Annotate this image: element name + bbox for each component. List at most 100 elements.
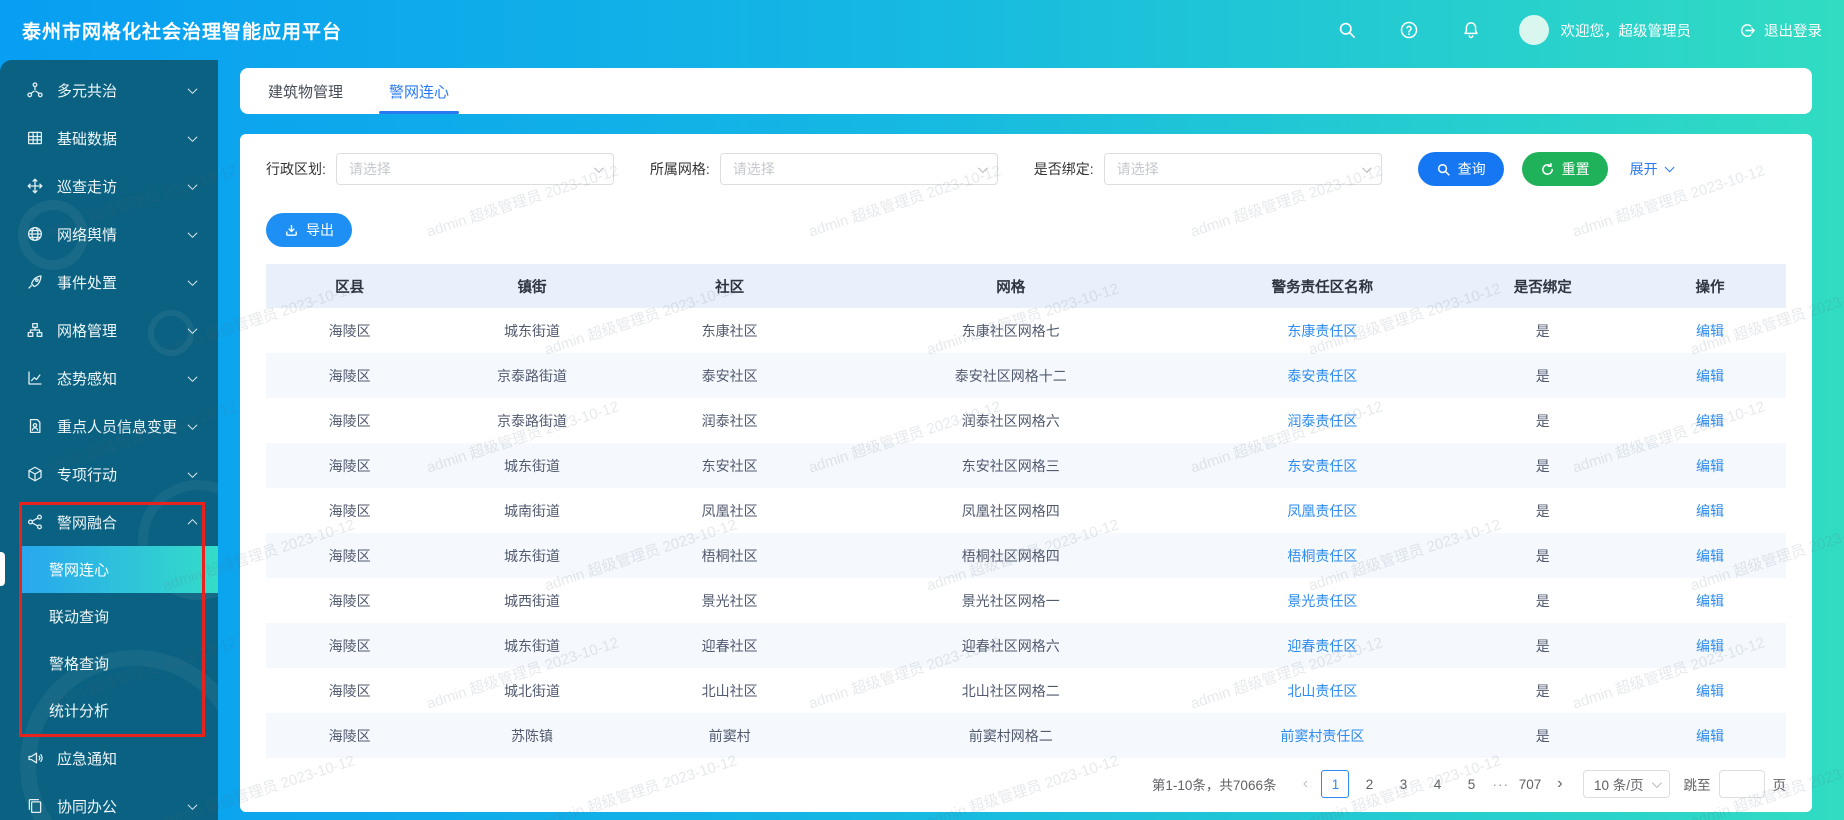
edit-link[interactable]: 编辑 xyxy=(1696,413,1724,429)
sitemap-icon xyxy=(26,321,44,339)
edit-link[interactable]: 编辑 xyxy=(1696,638,1724,654)
table-cell: 是 xyxy=(1535,322,1550,339)
reset-button[interactable]: 重置 xyxy=(1521,152,1608,186)
sidebar-item-事件处置[interactable]: 事件处置 xyxy=(0,258,218,306)
pagination: 第1-10条，共7066条 ‹ 1 2 3 4 5 ··· 707 › 10 条/页 跳至 … xyxy=(1152,770,1786,798)
page-number-5[interactable]: 5 xyxy=(1457,770,1485,798)
page-number-1[interactable]: 1 xyxy=(1321,770,1350,798)
edit-link[interactable]: 编辑 xyxy=(1696,548,1724,564)
page-number-707[interactable]: 707 xyxy=(1516,770,1544,798)
table-cell: 编辑 xyxy=(1634,488,1786,533)
select-placeholder: 请选择 xyxy=(348,161,391,177)
edit-link[interactable]: 编辑 xyxy=(1696,458,1724,474)
table-cell: 景光责任区 xyxy=(1193,578,1451,623)
table-cell: 编辑 xyxy=(1634,308,1786,353)
page-number-4[interactable]: 4 xyxy=(1423,770,1451,798)
page-number-2[interactable]: 2 xyxy=(1355,770,1383,798)
table-cell: 城北街道 xyxy=(503,682,560,699)
edit-link[interactable]: 编辑 xyxy=(1696,593,1724,609)
sidebar-item-多元共治[interactable]: 多元共治 xyxy=(0,66,218,114)
responsibility-area-link[interactable]: 梧桐责任区 xyxy=(1287,548,1357,564)
table-cell: 是 xyxy=(1535,682,1550,699)
responsibility-area-link[interactable]: 泰安责任区 xyxy=(1287,368,1357,384)
sidebar-item-网络舆情[interactable]: 网络舆情 xyxy=(0,210,218,258)
page-size-select[interactable]: 10 条/页 xyxy=(1582,770,1670,798)
select-placeholder: 请选择 xyxy=(732,161,775,177)
logout-icon xyxy=(1739,22,1756,39)
table-header: 区县 镇街 社区 网格 警务责任区名称 是否绑定 操作 xyxy=(266,264,1786,308)
page-number-3[interactable]: 3 xyxy=(1389,770,1417,798)
table-cell: 梧桐责任区 xyxy=(1193,533,1451,578)
tab-警网连心[interactable]: 警网连心 xyxy=(379,68,460,114)
menu-group: 协同办公 xyxy=(0,782,218,820)
sidebar-item-label: 警网融合 xyxy=(57,514,118,532)
responsibility-area-link[interactable]: 凤凰责任区 xyxy=(1287,503,1357,519)
page-ellipsis[interactable]: ··· xyxy=(1492,777,1509,792)
menu-group: 网络舆情 xyxy=(0,210,218,258)
select-placeholder: 请选择 xyxy=(1116,161,1159,177)
table-cell: 是 xyxy=(1535,727,1550,744)
responsibility-area-link[interactable]: 东安责任区 xyxy=(1287,458,1357,474)
logout-label: 退出登录 xyxy=(1764,23,1822,40)
help-icon[interactable] xyxy=(1399,20,1419,40)
sidebar-item-态势感知[interactable]: 态势感知 xyxy=(0,354,218,402)
edit-link[interactable]: 编辑 xyxy=(1696,728,1724,744)
filter-select-0[interactable]: 请选择 xyxy=(335,153,614,185)
search-button-label: 查询 xyxy=(1457,161,1486,177)
edit-link[interactable]: 编辑 xyxy=(1696,503,1724,519)
sidebar-item-专项行动[interactable]: 专项行动 xyxy=(0,450,218,498)
tab-建筑物管理[interactable]: 建筑物管理 xyxy=(268,68,343,114)
expand-link[interactable]: 展开 xyxy=(1630,159,1675,179)
filter-label: 行政区划: xyxy=(266,161,326,177)
table-cell: 润泰社区网格六 xyxy=(961,412,1060,429)
sidebar-item-重点人员信息变更[interactable]: 重点人员信息变更 xyxy=(0,402,218,450)
sidebar-subitem-警格查询[interactable]: 警格查询 xyxy=(0,640,218,687)
edit-link[interactable]: 编辑 xyxy=(1696,323,1724,339)
sidebar-subitem-label: 联动查询 xyxy=(49,609,110,626)
sidebar-subitem-警网连心[interactable]: 警网连心 xyxy=(0,546,218,593)
search-button[interactable]: 查询 xyxy=(1417,152,1504,186)
column-header: 是否绑定 xyxy=(1451,264,1634,308)
sidebar-subitem-联动查询[interactable]: 联动查询 xyxy=(0,593,218,640)
sidebar-item-应急通知[interactable]: 应急通知 xyxy=(0,734,218,782)
prev-page-button[interactable]: ‹ xyxy=(1292,770,1318,798)
table-row: 海陵区 京泰路街道 润泰社区 润泰社区网格六 润泰责任区 是 编辑 xyxy=(266,398,1786,443)
table-cell: 泰安社区网格十二 xyxy=(954,367,1067,384)
sidebar-item-协同办公[interactable]: 协同办公 xyxy=(0,782,218,820)
filter-label: 所属网格: xyxy=(649,161,710,177)
table-cell: 城西街道 xyxy=(503,592,560,609)
table-cell: 是 xyxy=(1535,592,1550,609)
table-cell: 东康社区网格七 xyxy=(961,322,1060,339)
table-cell: 梧桐社区 xyxy=(701,547,758,564)
responsibility-area-link[interactable]: 北山责任区 xyxy=(1287,683,1357,699)
responsibility-area-link[interactable]: 前窦村责任区 xyxy=(1280,728,1364,744)
menu-group: 多元共治 xyxy=(0,66,218,114)
logout-button[interactable]: 退出登录 xyxy=(1739,20,1822,41)
filter-select-2[interactable]: 请选择 xyxy=(1103,153,1382,185)
share-icon xyxy=(26,513,44,531)
avatar[interactable] xyxy=(1518,15,1549,45)
share-nodes-icon xyxy=(26,81,44,99)
responsibility-area-link[interactable]: 东康责任区 xyxy=(1287,323,1357,339)
person-file-icon xyxy=(26,417,44,435)
responsibility-area-link[interactable]: 景光责任区 xyxy=(1287,593,1357,609)
next-page-button[interactable]: › xyxy=(1547,770,1573,798)
export-button[interactable]: 导出 xyxy=(266,213,352,247)
bell-icon[interactable] xyxy=(1461,20,1481,40)
table-cell: 前窦村 xyxy=(708,727,751,744)
sidebar-item-网格管理[interactable]: 网格管理 xyxy=(0,306,218,354)
sidebar-subitem-统计分析[interactable]: 统计分析 xyxy=(0,687,218,734)
search-icon[interactable] xyxy=(1337,20,1357,40)
jump-input[interactable] xyxy=(1718,770,1765,798)
filter-select-1[interactable]: 请选择 xyxy=(719,153,998,185)
responsibility-area-link[interactable]: 迎春责任区 xyxy=(1287,638,1357,654)
table-cell: 是 xyxy=(1535,457,1550,474)
sidebar-item-警网融合[interactable]: 警网融合 xyxy=(0,498,218,546)
responsibility-area-link[interactable]: 润泰责任区 xyxy=(1287,413,1357,429)
edit-link[interactable]: 编辑 xyxy=(1696,683,1724,699)
edit-link[interactable]: 编辑 xyxy=(1696,368,1724,384)
sidebar-item-巡查走访[interactable]: 巡查走访 xyxy=(0,162,218,210)
sidebar-item-基础数据[interactable]: 基础数据 xyxy=(0,114,218,162)
sidebar-item-label: 协同办公 xyxy=(57,798,118,816)
table-cell: 梧桐社区网格四 xyxy=(961,547,1060,564)
